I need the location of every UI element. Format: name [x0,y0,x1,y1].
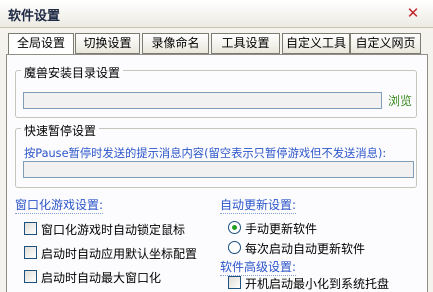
tab-custom-tools[interactable]: 自定义工具 [282,33,350,54]
advanced-section-text: 软件高级设置: [220,260,297,274]
auto-update-section-title: 自动更新设置: [220,196,297,214]
tab-switch-settings[interactable]: 切换设置 [75,33,140,54]
tab-tool-settings[interactable]: 工具设置 [211,33,280,54]
manual-update-label: 手动更新软件 [245,222,318,236]
settings-window: 软件设置 ✕ 全局设置 切换设置 录像命名 工具设置 自定义工具 自定义网页 魔… [0,0,433,292]
title-bar: 软件设置 ✕ [0,0,433,28]
max-window-label: 启动时自动最大窗口化 [41,271,162,285]
auto-update-radio[interactable] [228,241,241,254]
tab-global-settings[interactable]: 全局设置 [8,33,74,55]
start-minimized-label: 开机启动最小化到系统托盘 [245,277,390,291]
close-icon[interactable]: ✕ [405,5,421,21]
pause-hint-text: 按Pause暂停时发送的提示消息内容(留空表示只暂停游戏但不发送消息): [24,147,387,160]
manual-update-radio[interactable] [228,221,241,234]
pause-group-label: 快速暂停设置 [21,122,100,139]
install-path-input[interactable] [23,92,382,109]
advanced-section-title: 软件高级设置: [220,258,297,276]
window-mode-section-title: 窗口化游戏设置: [15,196,104,214]
browse-button[interactable]: 浏览 [388,92,412,109]
auto-update-label: 每次启动自动更新软件 [245,242,366,256]
start-minimized-checkbox[interactable] [228,276,241,289]
window-title: 软件设置 [8,9,61,24]
lock-mouse-label: 窗口化游戏时自动锁定鼠标 [41,223,186,237]
auto-update-section-text: 自动更新设置: [220,198,297,212]
pause-message-input[interactable] [23,161,414,178]
tab-content-panel: 魔兽安装目录设置 浏览 快速暂停设置 按Pause暂停时发送的提示消息内容(留空… [6,54,428,292]
max-window-checkbox[interactable] [24,270,37,283]
lock-mouse-checkbox[interactable] [24,222,37,235]
tab-recording-naming[interactable]: 录像命名 [142,33,209,54]
default-coords-label: 启动时自动应用默认坐标配置 [41,247,198,261]
default-coords-checkbox[interactable] [24,246,37,259]
install-dir-label: 魔兽安装目录设置 [21,64,124,81]
tab-custom-webpage[interactable]: 自定义网页 [350,33,421,54]
window-mode-section-text: 窗口化游戏设置: [15,198,104,212]
